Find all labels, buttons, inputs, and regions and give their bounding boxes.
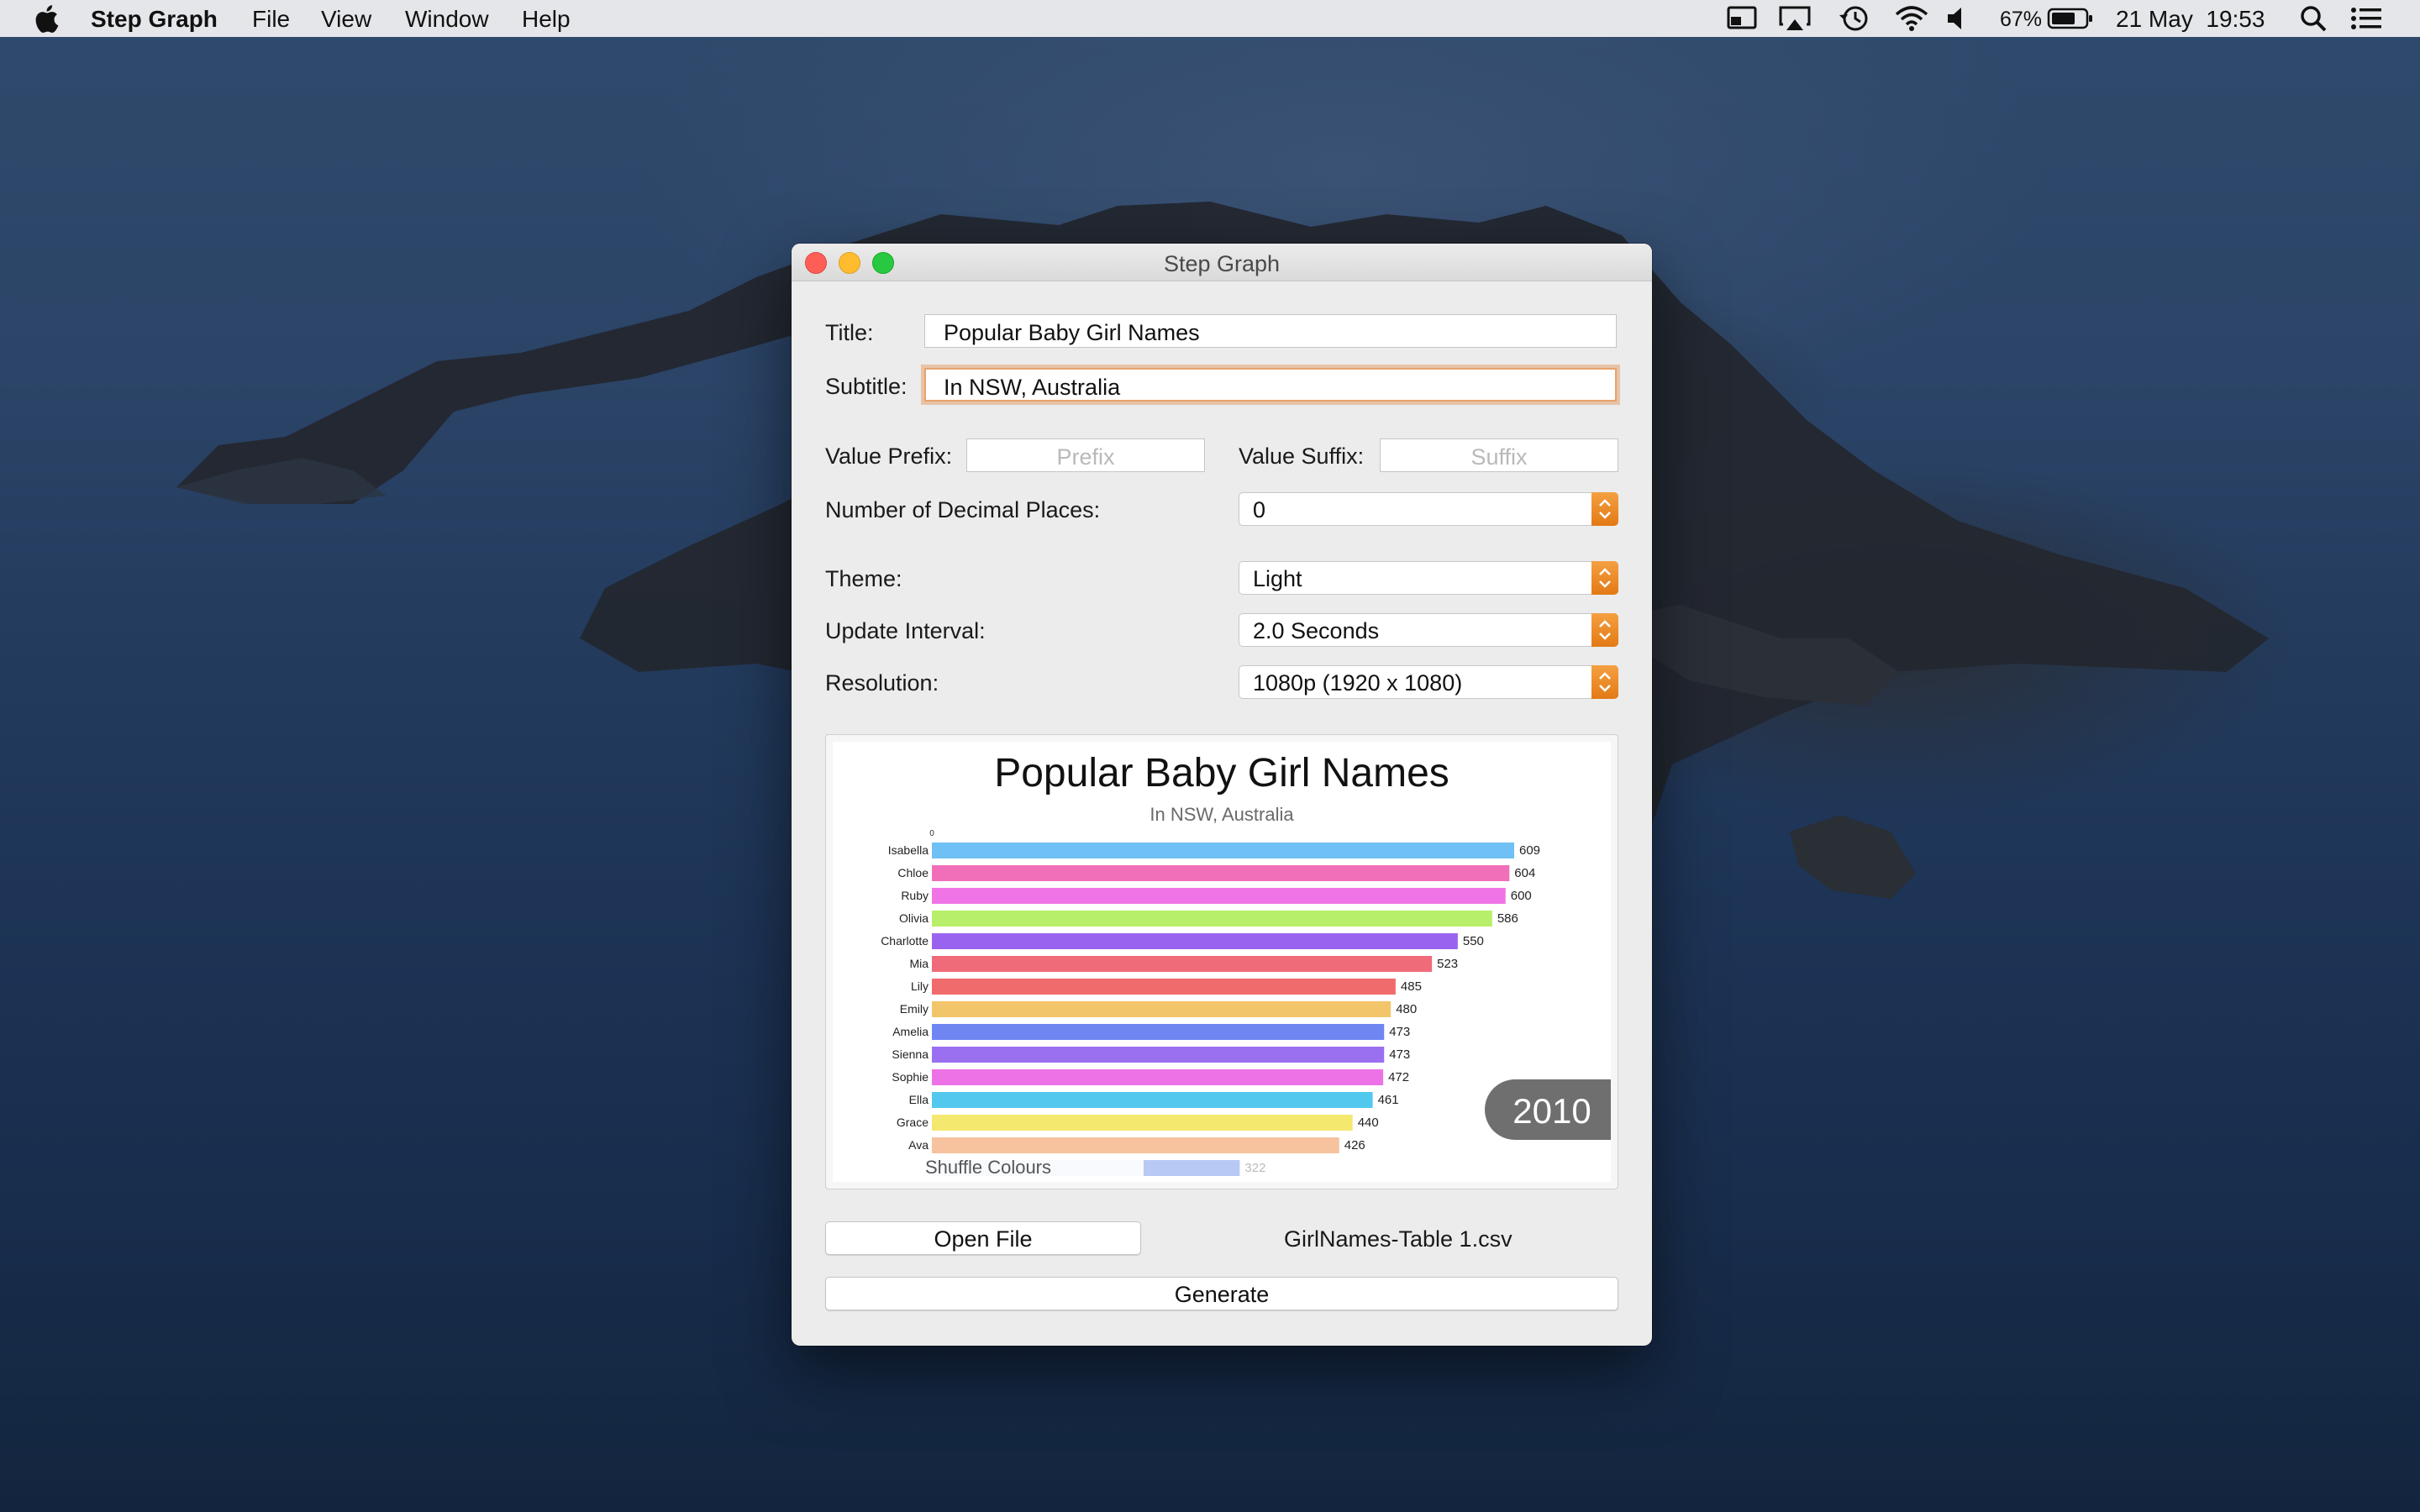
category-label: Mia <box>909 957 929 970</box>
value-label: 550 <box>1463 934 1484 948</box>
menu-window[interactable]: Window <box>405 6 489 33</box>
volume-icon[interactable] <box>1946 4 1970 33</box>
chart-preview-frame: Popular Baby Girl Names In NSW, Australi… <box>825 734 1618 1189</box>
value-label: 473 <box>1389 1047 1410 1062</box>
decimal-places-label: Number of Decimal Places: <box>825 497 1101 522</box>
update-interval-label: Update Interval: <box>825 618 986 643</box>
category-label: Ruby <box>901 889 929 902</box>
value-label: 472 <box>1388 1070 1409 1084</box>
chevron-updown-icon <box>1591 665 1618 699</box>
category-label: Olivia <box>899 911 929 925</box>
time-machine-icon[interactable] <box>1837 3 1870 34</box>
category-label: Grace <box>897 1116 929 1129</box>
notification-center-icon[interactable] <box>2349 4 2383 33</box>
menu-help[interactable]: Help <box>522 6 571 33</box>
value-label: 604 <box>1514 866 1535 880</box>
update-interval-value: 2.0 Seconds <box>1253 618 1380 643</box>
bar <box>932 1047 1385 1063</box>
bar <box>932 1137 1339 1153</box>
spotlight-icon[interactable] <box>2299 4 2328 33</box>
menu-file[interactable]: File <box>252 6 290 33</box>
shuffle-colours-button[interactable]: Shuffle Colours <box>833 1153 1144 1182</box>
theme-value: Light <box>1253 566 1302 591</box>
window-titlebar[interactable]: Step Graph <box>792 244 1652 281</box>
apple-icon[interactable] <box>34 3 59 34</box>
resolution-label: Resolution: <box>825 670 939 696</box>
selected-filename: GirlNames-Table 1.csv <box>1284 1226 1512 1252</box>
value-label: 485 <box>1401 979 1422 994</box>
value-label: 523 <box>1437 957 1458 971</box>
chevron-updown-icon <box>1591 613 1618 647</box>
decimal-places-popup[interactable]: 0 <box>1239 492 1618 526</box>
value-label: 600 <box>1511 889 1532 903</box>
value-label: 440 <box>1358 1116 1379 1130</box>
bar <box>932 1024 1385 1040</box>
battery-percentage[interactable]: 67% <box>2000 8 2042 32</box>
theme-label: Theme: <box>825 566 902 591</box>
value-label: 461 <box>1378 1093 1399 1107</box>
category-label: Ella <box>909 1093 929 1106</box>
screen-mirror-icon[interactable] <box>1726 4 1758 33</box>
bar <box>932 865 1510 881</box>
category-label: Ava <box>908 1138 929 1152</box>
year-badge: 2010 <box>1485 1079 1611 1140</box>
menu-clock[interactable]: 21 May 19:53 <box>2116 6 2265 33</box>
subtitle-input[interactable]: In NSW, Australia <box>924 368 1617 402</box>
window-title: Step Graph <box>1163 251 1281 276</box>
battery-icon[interactable] <box>2047 7 2094 30</box>
category-label: Lily <box>911 979 929 993</box>
value-suffix-input[interactable]: Suffix <box>1380 438 1618 472</box>
decimal-places-value: 0 <box>1253 497 1266 522</box>
menu-bar: Step Graph File View Window Help 67% 21 … <box>0 0 2420 37</box>
bar <box>932 1092 1373 1108</box>
update-interval-popup[interactable]: 2.0 Seconds <box>1239 613 1618 647</box>
bar <box>932 1001 1392 1017</box>
bar <box>932 911 1492 927</box>
bar <box>932 843 1514 858</box>
subtitle-label: Subtitle: <box>825 374 908 399</box>
resolution-value: 1080p (1920 x 1080) <box>1253 670 1463 696</box>
bar <box>932 1115 1353 1131</box>
bar <box>932 1069 1384 1085</box>
menu-view[interactable]: View <box>321 6 371 33</box>
value-label: 480 <box>1396 1002 1417 1016</box>
generate-button[interactable]: Generate <box>825 1277 1618 1310</box>
chevron-updown-icon <box>1591 492 1618 526</box>
wifi-icon[interactable] <box>1894 4 1929 33</box>
value-label: 473 <box>1389 1025 1410 1039</box>
category-label: Amelia <box>892 1025 929 1038</box>
open-file-button[interactable]: Open File <box>825 1221 1141 1255</box>
bar <box>932 888 1506 904</box>
step-graph-window: Step Graph Title: Popular Baby Girl Name… <box>792 244 1652 1346</box>
value-prefix-label: Value Prefix: <box>825 444 953 469</box>
category-label: Charlotte <box>881 934 929 948</box>
chevron-updown-icon <box>1591 561 1618 595</box>
bar <box>932 933 1458 949</box>
resolution-popup[interactable]: 1080p (1920 x 1080) <box>1239 665 1618 699</box>
axis-tick-label: 0 <box>929 829 934 838</box>
value-label: 609 <box>1519 843 1540 858</box>
theme-popup[interactable]: Light <box>1239 561 1618 595</box>
title-input[interactable]: Popular Baby Girl Names <box>924 314 1617 348</box>
chart-preview: Popular Baby Girl Names In NSW, Australi… <box>833 742 1611 1182</box>
value-label: 586 <box>1497 911 1518 926</box>
value-prefix-input[interactable]: Prefix <box>966 438 1205 472</box>
bar <box>932 956 1433 972</box>
value-suffix-label: Value Suffix: <box>1239 444 1365 469</box>
bar <box>932 979 1396 995</box>
category-label: Isabella <box>888 843 929 857</box>
category-label: Sienna <box>892 1047 929 1061</box>
category-label: Chloe <box>897 866 929 879</box>
title-label: Title: <box>825 320 874 345</box>
menu-app-name[interactable]: Step Graph <box>91 6 218 33</box>
category-label: Sophie <box>892 1070 929 1084</box>
airplay-icon[interactable] <box>1778 4 1812 33</box>
value-label: 426 <box>1344 1138 1365 1152</box>
value-label: 322 <box>1244 1161 1265 1175</box>
category-label: Emily <box>900 1002 929 1016</box>
